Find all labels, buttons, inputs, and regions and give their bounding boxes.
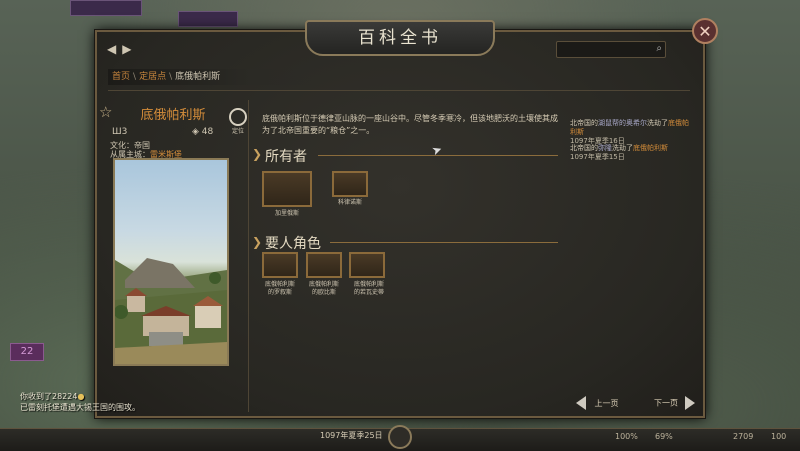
news-target-link[interactable]: 底俄帕利斯: [633, 144, 668, 152]
header-divider: [108, 90, 690, 91]
window-title: 百科全书: [305, 20, 495, 56]
owner-label: 科律诺斯: [337, 199, 362, 206]
locate-label: 定位: [232, 128, 245, 135]
column-divider: [248, 100, 249, 412]
gold-coin-icon: ●: [77, 392, 85, 401]
bookmark-star-icon[interactable]: ☆: [99, 103, 112, 121]
prev-page-button[interactable]: 上一页: [576, 396, 619, 410]
notable-card[interactable]: [306, 252, 342, 278]
locate-button[interactable]: [229, 108, 247, 126]
hud-morale: 100%: [615, 432, 638, 441]
next-page-button[interactable]: 下一页: [654, 396, 695, 410]
notable-card[interactable]: [349, 252, 385, 278]
owner-card[interactable]: [262, 171, 312, 207]
news-item: 北帝国的弥隆洗劫了底俄帕利斯 1097年夏季15日: [570, 144, 668, 161]
collapse-chevron-icon[interactable]: ❯: [252, 235, 262, 249]
hud-date: 1097年夏季25日: [320, 431, 383, 440]
notable-card[interactable]: [262, 252, 298, 278]
notables-title: 要人角色: [265, 236, 321, 252]
collapse-chevron-icon[interactable]: ❯: [252, 147, 262, 161]
owners-divider: [318, 155, 558, 156]
log-message: 已雷刻托堡遭遇大锡王国的围攻。: [20, 403, 140, 412]
owner-label: 加里俄斯: [274, 210, 299, 217]
back-arrow-icon[interactable]: ◀: [107, 42, 122, 56]
settlement-description: 底俄帕利斯位于德律亚山脉的一座山谷中。尽管冬季寒冷，但该地肥沃的土壤使其成为了北…: [262, 114, 558, 135]
settlement-portrait: [113, 158, 229, 366]
notable-label: 底俄帕利斯 的罗叙斯: [264, 281, 295, 296]
prosperity-stat: ◈ 48: [192, 127, 214, 137]
forward-arrow-icon[interactable]: ▶: [122, 42, 137, 56]
breadcrumb-settlements[interactable]: 定居点: [139, 72, 166, 82]
hud-gold: 2709: [733, 432, 754, 441]
map-party-banner[interactable]: [70, 0, 142, 16]
map-army-badge[interactable]: 22: [10, 343, 44, 361]
settlement-illustration: [115, 258, 227, 364]
owner-card[interactable]: [332, 171, 368, 197]
time-control-dial[interactable]: [388, 425, 412, 449]
prev-arrow-icon: [576, 396, 586, 410]
search-box[interactable]: ⌕: [556, 41, 666, 61]
breadcrumb-separator: \: [133, 72, 137, 82]
search-icon[interactable]: ⌕: [656, 43, 662, 54]
map-party-banner[interactable]: [178, 11, 238, 27]
militia-stat: Ш3: [112, 127, 128, 137]
log-message: 你收到了28224●: [20, 392, 85, 401]
breadcrumb-home[interactable]: 首页: [112, 72, 130, 82]
breadcrumb: 首页 \ 定居点 \ 底俄帕利斯: [108, 69, 312, 85]
hud-influence: 100: [771, 432, 787, 441]
news-date: 1097年夏季15日: [570, 153, 625, 161]
news-actor-link[interactable]: 湖鼠帮的奥希尔: [598, 119, 647, 127]
breadcrumb-separator: \: [169, 72, 173, 82]
history-nav: ◀▶: [107, 42, 137, 56]
prosperity-icon: ◈: [192, 127, 202, 137]
notables-divider: [330, 242, 558, 243]
owners-title: 所有者: [265, 149, 307, 165]
news-actor-link[interactable]: 弥隆: [598, 144, 612, 152]
militia-icon: Ш: [112, 127, 122, 137]
next-arrow-icon: [684, 396, 695, 410]
close-icon: ✕: [698, 22, 712, 41]
breadcrumb-current: 底俄帕利斯: [175, 72, 221, 82]
close-button[interactable]: ✕: [692, 18, 718, 44]
news-item: 北帝国的湖鼠帮的奥希尔洗劫了底俄帕利斯 1097年夏季16日: [570, 119, 689, 145]
search-input[interactable]: [557, 48, 653, 61]
notable-label: 底俄帕利斯 的若瓦史蒂: [353, 281, 384, 296]
settlement-name: 底俄帕利斯: [140, 108, 206, 123]
hud-food: 69%: [655, 432, 673, 441]
